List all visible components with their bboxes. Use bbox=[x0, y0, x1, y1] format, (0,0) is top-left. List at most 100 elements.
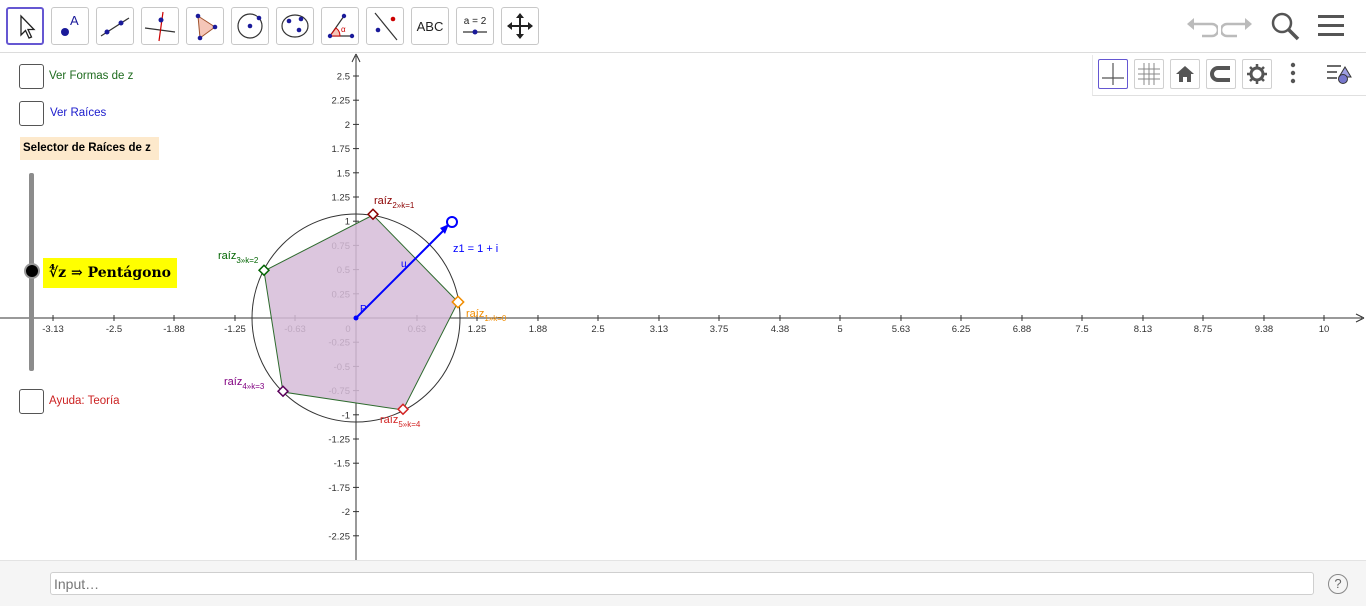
polygon-tool-button[interactable] bbox=[186, 7, 224, 45]
ellipse-icon bbox=[281, 14, 309, 38]
slider-tool-button[interactable]: a = 2 bbox=[456, 7, 494, 45]
y-tick-label: -1 bbox=[342, 410, 350, 421]
x-tick-label: 7.5 bbox=[1075, 324, 1088, 335]
u-label: u bbox=[401, 259, 407, 270]
toggle-axes-button[interactable] bbox=[1098, 59, 1128, 89]
cursor-arrow-icon bbox=[20, 14, 36, 39]
x-tick-label: 10 bbox=[1319, 324, 1330, 335]
text-tool-label: ABC bbox=[416, 18, 444, 34]
reflect-line-tool-button[interactable] bbox=[366, 7, 404, 45]
line-tool-button[interactable] bbox=[96, 7, 134, 45]
y-tick-label: 1.5 bbox=[337, 168, 350, 179]
help-button[interactable]: ? bbox=[1328, 574, 1348, 594]
ver-formas-checkbox[interactable] bbox=[19, 64, 44, 89]
x-tick-label: 3.75 bbox=[710, 324, 729, 335]
x-tick-label: 4.38 bbox=[771, 324, 790, 335]
settings-button[interactable] bbox=[1242, 59, 1272, 89]
graphics-view[interactable]: -3.13-2.5-1.88-1.25-0.6300.631.251.882.5… bbox=[0, 53, 1366, 560]
undo-button[interactable] bbox=[1184, 10, 1220, 42]
reflect-icon bbox=[374, 12, 398, 41]
x-tick-label: 8.75 bbox=[1194, 324, 1213, 335]
root-3-label: raíz3»k=2 bbox=[218, 250, 259, 265]
angle-tool-button[interactable]: α bbox=[321, 7, 359, 45]
standard-view-button[interactable] bbox=[1170, 59, 1200, 89]
x-tick-label: -1.88 bbox=[163, 324, 185, 335]
toggle-grid-button[interactable] bbox=[1134, 59, 1164, 89]
svg-text:A: A bbox=[70, 13, 79, 28]
search-icon bbox=[1271, 12, 1300, 41]
conic-tool-button[interactable] bbox=[276, 7, 314, 45]
x-tick-label: -3.13 bbox=[42, 324, 64, 335]
y-tick-label: 1 bbox=[345, 217, 350, 228]
more-vertical-icon bbox=[1290, 62, 1296, 84]
slider-thumb[interactable] bbox=[24, 263, 40, 279]
x-tick-label: 2.5 bbox=[591, 324, 604, 335]
gear-icon bbox=[1247, 64, 1267, 84]
point-p[interactable] bbox=[353, 315, 359, 321]
x-tick-label: 6.25 bbox=[952, 324, 971, 335]
root-2-label: raíz2»k=1 bbox=[374, 195, 415, 210]
p-label: P bbox=[360, 304, 367, 315]
circle-tool-button[interactable] bbox=[231, 7, 269, 45]
x-tick-label: 5 bbox=[837, 324, 842, 335]
ver-formas-label: Ver Formas de z bbox=[49, 70, 134, 82]
root-type-label: ∜z ⇒ Pentágono bbox=[43, 258, 177, 288]
home-icon bbox=[1176, 66, 1194, 82]
redo-button[interactable] bbox=[1219, 10, 1255, 42]
y-tick-label: -1.5 bbox=[334, 459, 350, 470]
axes-icon bbox=[1102, 63, 1124, 85]
svg-text:α: α bbox=[341, 25, 346, 34]
circle-icon bbox=[237, 13, 263, 39]
point-icon: A bbox=[61, 13, 79, 36]
x-tick-label: 1.88 bbox=[529, 324, 548, 335]
z1-label: z1 = 1 + i bbox=[453, 243, 498, 255]
move-arrows-icon bbox=[507, 13, 533, 39]
polygon-icon bbox=[195, 13, 218, 41]
x-tick-label: -1.25 bbox=[224, 324, 246, 335]
point-tool-button[interactable]: A bbox=[51, 7, 89, 45]
ayuda-teoria-label: Ayuda: Teoría bbox=[49, 395, 120, 407]
root-5-label: raíz5»k=4 bbox=[380, 414, 421, 429]
menu-icon bbox=[1318, 15, 1344, 36]
slider-tool-label: a = 2 bbox=[464, 16, 487, 27]
input-bar: ? bbox=[0, 560, 1366, 606]
x-tick-label: 8.13 bbox=[1134, 324, 1153, 335]
perpendicular-line-tool-button[interactable] bbox=[141, 7, 179, 45]
toolbar: A α ABC a = 2 bbox=[0, 0, 1366, 53]
grid-icon bbox=[1138, 63, 1160, 85]
y-tick-label: -1.25 bbox=[328, 435, 350, 446]
search-button[interactable] bbox=[1268, 10, 1302, 42]
y-tick-label: -2 bbox=[342, 507, 350, 518]
x-tick-label: 3.13 bbox=[650, 324, 669, 335]
y-tick-label: 2 bbox=[345, 120, 350, 131]
move-tool-button[interactable] bbox=[6, 7, 44, 45]
main-menu-button[interactable] bbox=[1315, 10, 1349, 42]
point-capturing-button[interactable] bbox=[1206, 59, 1236, 89]
selector-raices-label: Selector de Raíces de z bbox=[20, 137, 159, 160]
graphics-canvas[interactable]: -3.13-2.5-1.88-1.25-0.6300.631.251.882.5… bbox=[0, 53, 1366, 560]
style-bar-toggle-button[interactable] bbox=[1325, 59, 1355, 89]
redo-icon bbox=[1219, 18, 1252, 38]
magnet-icon bbox=[1210, 66, 1230, 82]
more-options-button[interactable] bbox=[1279, 59, 1309, 89]
move-graphics-view-button[interactable] bbox=[501, 7, 539, 45]
x-tick-label: 9.38 bbox=[1255, 324, 1274, 335]
line-icon bbox=[100, 17, 130, 37]
point-z1[interactable] bbox=[446, 216, 458, 228]
x-tick-label: 6.88 bbox=[1013, 324, 1032, 335]
ver-raices-checkbox[interactable] bbox=[19, 101, 44, 126]
graphics-style-bar bbox=[1092, 55, 1366, 96]
root-1-label: raíz1»k=0 bbox=[466, 308, 507, 323]
style-bar-toggle-icon bbox=[1327, 65, 1352, 84]
y-tick-label: 2.5 bbox=[337, 72, 350, 83]
algebra-input[interactable] bbox=[50, 572, 1314, 595]
ver-raices-label: Ver Raíces bbox=[50, 107, 107, 119]
undo-icon bbox=[1187, 18, 1220, 38]
y-tick-label: -2.25 bbox=[328, 531, 350, 542]
y-tick-label: -1.75 bbox=[328, 483, 350, 494]
x-tick-label: 1.25 bbox=[468, 324, 487, 335]
ayuda-teoria-checkbox[interactable] bbox=[19, 389, 44, 414]
text-tool-button[interactable]: ABC bbox=[411, 7, 449, 45]
perpendicular-line-icon bbox=[144, 11, 176, 42]
y-tick-label: 1.25 bbox=[332, 193, 351, 204]
